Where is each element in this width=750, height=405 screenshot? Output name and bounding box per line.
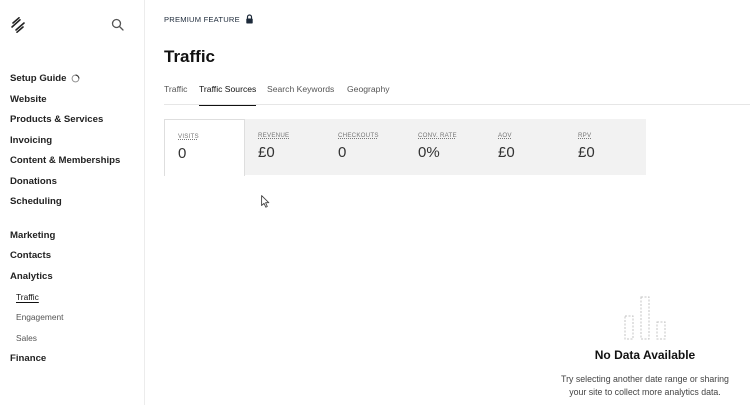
metric-value: £0 [578,144,595,161]
metric-label: CONV. RATE [418,132,457,139]
empty-state-title: No Data Available [594,348,696,362]
app-root: Setup Guide Website Products & Services … [0,0,750,405]
metric-label: CHECKOUTS [338,132,379,139]
tab-geography[interactable]: Geography [347,83,390,105]
empty-state-line: your site to collect more analytics data… [569,387,721,397]
empty-state-line: Try selecting another date range or shar… [561,374,729,384]
sidebar-item-label: Contacts [10,250,52,261]
sidebar-item-scheduling[interactable]: Scheduling [10,196,62,207]
tab-search-keywords[interactable]: Search Keywords [267,83,334,105]
metric-label: VISITS [178,133,199,140]
tab-traffic[interactable]: Traffic [164,83,187,105]
lock-icon [246,14,253,24]
sidebar-item-setup-guide[interactable]: Setup Guide [10,73,80,84]
sidebar-item-label: Donations [10,176,57,187]
sidebar-item-finance[interactable]: Finance [10,353,46,364]
squarespace-logo-icon[interactable] [10,17,26,33]
sidebar-item-website[interactable]: Website [10,94,47,105]
sidebar-item-label: Finance [10,353,47,364]
sidebar-item-label: Content & Memberships [10,155,121,166]
metric-aov[interactable]: AOV £0 [485,119,565,175]
page-title: Traffic [164,47,216,66]
sidebar-subitem-traffic[interactable]: Traffic [16,292,39,302]
sidebar-item-label: Scheduling [10,196,62,207]
metric-value: 0 [338,144,347,161]
metric-checkouts[interactable]: CHECKOUTS 0 [325,119,405,175]
metric-label: AOV [498,132,512,139]
sidebar-subitem-engagement[interactable]: Engagement [16,312,64,322]
progress-ring-icon [71,74,79,83]
search-icon[interactable] [111,18,124,31]
empty-state-message: Try selecting another date range or shar… [540,373,750,399]
metric-value: 0 [178,145,187,162]
sidebar-item-analytics[interactable]: Analytics [10,271,53,282]
sidebar-subitem-sales[interactable]: Sales [16,333,37,343]
sidebar-item-products-services[interactable]: Products & Services [10,114,103,125]
sidebar-item-marketing[interactable]: Marketing [10,230,55,241]
metric-value: £0 [258,144,275,161]
tab-bar: Traffic Traffic Sources Search Keywords … [164,83,750,106]
sidebar-item-label: Invoicing [10,135,53,146]
metric-rpv[interactable]: RPV £0 [565,119,646,175]
sidebar-item-label: Marketing [10,230,56,241]
metric-revenue[interactable]: REVENUE £0 [245,119,325,175]
sidebar-item-label: Website [10,94,47,105]
sidebar-item-contacts[interactable]: Contacts [10,250,51,261]
metric-value: 0% [418,144,440,161]
sidebar-item-label: Setup Guide [10,73,67,84]
sidebar: Setup Guide Website Products & Services … [0,0,145,405]
tab-traffic-sources[interactable]: Traffic Sources [199,83,257,106]
premium-feature-label: PREMIUM FEATURE [164,14,240,24]
metric-conv-rate[interactable]: CONV. RATE 0% [405,119,485,175]
sidebar-item-content-memberships[interactable]: Content & Memberships [10,155,120,166]
mouse-cursor-icon [261,195,270,208]
premium-feature-badge: PREMIUM FEATURE [164,14,254,24]
empty-chart-icon [624,296,666,340]
metric-label: RPV [578,132,592,139]
sidebar-item-label: Products & Services [10,114,104,125]
sidebar-item-donations[interactable]: Donations [10,176,57,187]
metric-value: £0 [498,144,515,161]
sidebar-item-invoicing[interactable]: Invoicing [10,135,52,146]
metrics-bar: VISITS 0 REVENUE £0 CHECKOUTS 0 CONV. RA… [164,119,646,176]
metric-label: REVENUE [258,132,290,139]
metric-visits[interactable]: VISITS 0 [164,119,245,176]
sidebar-item-label: Analytics [10,271,53,282]
